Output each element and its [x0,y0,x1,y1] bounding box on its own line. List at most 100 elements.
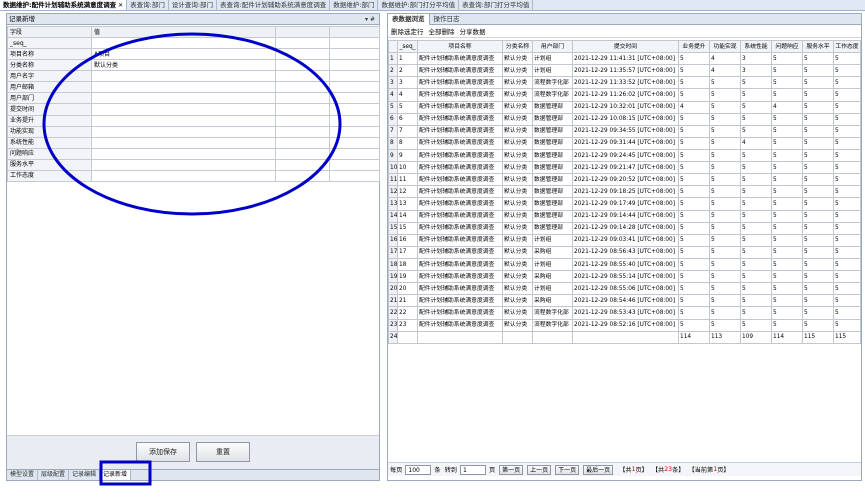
document-tab-label: 表查询:配件计划辅助系统满意度调查 [220,1,327,9]
first-page-button[interactable]: 第一页 [499,464,524,475]
table-cell: 5 [802,136,834,150]
per-page-input[interactable]: 100 [405,464,432,475]
table-row[interactable]: 3 3 配件计划辅助系统满意度调查 默认分类 流程数字化部 2021-12-29 11:3… [388,76,861,90]
property-value-input[interactable] [91,92,276,105]
table-row[interactable]: 19 19 配件计划辅助系统满意度调查 默认分类 采购组 2021-12-29 08:55… [388,270,861,284]
document-tab[interactable]: 数据维护:部门打分平均值 [378,0,460,10]
table-cell: 数据管理部 [532,124,573,138]
column-header[interactable]: 服务水平 [802,39,834,54]
table-cell: 3 [740,52,772,66]
property-value-input[interactable] [91,81,276,94]
table-cell: 配件计划辅助系统满意度调查 [417,52,503,66]
document-tab[interactable]: 表查询:配件计划辅助系统满意度调查 [217,0,331,10]
table-row[interactable]: 23 23 配件计划辅助系统满意度调查 默认分类 流程数字化部 2021-12-29 08… [388,318,861,332]
table-row[interactable]: 17 17 配件计划辅助系统满意度调查 默认分类 采购组 2021-12-29 08:56… [388,245,861,259]
property-value-input[interactable] [91,70,276,83]
table-cell: 5 [833,209,861,223]
table-cell: 默认分类 [502,197,533,211]
table-cell: 4 [678,100,710,114]
toolbar-button[interactable]: 全部删除 [429,26,455,36]
table-row[interactable]: 18 18 配件计划辅助系统满意度调查 默认分类 计划组 2021-12-29 08:55… [388,257,861,272]
document-tab[interactable]: 表查询:部门 [127,0,169,10]
table-cell: 5 [833,221,861,235]
bottom-tab[interactable]: 记录新增 [100,470,132,480]
document-tab[interactable]: 数据维护:部门 [330,0,379,10]
table-row[interactable]: 16 16 配件计划辅助系统满意度调查 默认分类 计划组 2021-12-29 09:03… [388,233,861,247]
column-header[interactable]: 问题响应 [771,39,803,54]
column-header[interactable]: _seq_ [397,39,418,54]
bottom-tab[interactable]: 模型设置 [7,470,39,480]
property-value-input[interactable]: A项目 [91,48,276,61]
table-row[interactable]: 11 11 配件计划辅助系统满意度调查 默认分类 数据管理部 2021-12-29 09:… [388,173,861,187]
column-header[interactable]: 项目名称 [417,39,503,54]
table-cell: 配件计划辅助系统满意度调查 [417,209,503,223]
close-icon[interactable]: ✕ [118,2,123,9]
property-row: 问题响应 [7,147,380,160]
goto-page-input[interactable]: 1 [459,464,486,475]
table-cell: 配件计划辅助系统满意度调查 [417,173,503,187]
table-row[interactable]: 1 1 配件计划辅助系统满意度调查 默认分类 计划组 2021-12-29 11:41:3… [388,52,861,66]
bottom-tab[interactable]: 记录编辑 [69,470,101,480]
table-cell: 默认分类 [502,282,533,296]
table-cell: 5 [771,148,803,163]
column-header[interactable]: 业务提升 [678,39,710,54]
column-header[interactable]: 系统性能 [740,39,772,54]
table-row[interactable]: 14 14 配件计划辅助系统满意度调查 默认分类 数据管理部 2021-12-29 09:… [388,209,861,223]
last-page-button[interactable]: 最后一页 [583,464,614,475]
table-cell: 2021-12-29 11:26:02 [UTC+08:00] [572,88,679,102]
property-value-input[interactable] [91,103,276,116]
table-row[interactable]: 12 12 配件计划辅助系统满意度调查 默认分类 数据管理部 2021-12-29 09:… [388,185,861,199]
table-cell: 115 [802,330,834,345]
table-row[interactable]: 10 10 配件计划辅助系统满意度调查 默认分类 数据管理部 2021-12-29 09:… [388,161,861,175]
table-cell: 采购组 [532,294,573,308]
property-value-input[interactable] [91,114,276,127]
panel-controls-icon[interactable]: ▾ # [365,14,375,25]
table-row[interactable]: 7 7 配件计划辅助系统满意度调查 默认分类 数据管理部 2021-12-29 09:34… [388,124,861,138]
table-cell: 默认分类 [502,161,533,175]
table-row[interactable]: 20 20 配件计划辅助系统满意度调查 默认分类 计划组 2021-12-29 08:55… [388,282,861,296]
bottom-tab[interactable]: 层级配置 [38,470,70,480]
column-header[interactable]: 用户部门 [532,39,573,54]
property-value-input[interactable] [91,169,276,183]
table-cell: 5 [740,197,772,211]
property-value-input[interactable] [91,136,276,149]
column-header[interactable]: 提交时间 [572,39,679,54]
property-value-input[interactable] [91,158,276,171]
table-cell: 配件计划辅助系统满意度调查 [417,245,503,259]
property-value-input[interactable] [91,147,276,160]
document-tab[interactable]: 表查询:部门打分平均值 [459,0,534,10]
document-tab[interactable]: 数据维护:配件计划辅助系统满意度调查 ✕ [0,0,128,10]
table-row[interactable]: 2 2 配件计划辅助系统满意度调查 默认分类 计划组 2021-12-29 11:35:5… [388,64,861,78]
prev-page-button[interactable]: 上一页 [527,464,552,475]
property-value-input[interactable] [91,125,276,138]
add-save-button[interactable]: 添加保存 [136,442,190,462]
next-page-button[interactable]: 下一页 [555,464,580,475]
column-header[interactable]: 功能实现 [709,39,741,54]
empty-cell [275,169,330,183]
table-row[interactable]: 22 22 配件计划辅助系统满意度调查 默认分类 流程数字化部 2021-12-29 08… [388,306,861,320]
table-row[interactable]: 15 15 配件计划辅助系统满意度调查 默认分类 数据管理部 2021-12-29 09:… [388,221,861,235]
table-cell: 配件计划辅助系统满意度调查 [417,282,503,296]
table-row[interactable]: 8 8 配件计划辅助系统满意度调查 默认分类 数据管理部 2021-12-29 09:31… [388,136,861,150]
table-row[interactable]: 5 5 配件计划辅助系统满意度调查 默认分类 数据管理部 2021-12-29 10:32… [388,100,861,114]
right-tab[interactable]: 表数据浏览 [388,14,430,25]
table-row[interactable]: 13 13 配件计划辅助系统满意度调查 默认分类 数据管理部 2021-12-29 09:… [388,197,861,211]
right-tab[interactable]: 操作日志 [430,14,464,25]
total-pages-prefix: 【共 [619,467,632,474]
table-cell: 5 [709,100,741,114]
toolbar-button[interactable]: 分享数据 [460,26,486,36]
document-tab[interactable]: 设计查询:部门 [169,0,218,10]
table-cell: 2021-12-29 10:32:01 [UTC+08:00] [572,100,679,114]
table-row[interactable]: 6 6 配件计划辅助系统满意度调查 默认分类 数据管理部 2021-12-29 10:08… [388,112,861,126]
property-value-input[interactable]: 默认分类 [91,59,276,72]
column-header[interactable]: 分类名称 [502,39,533,54]
toolbar-button[interactable]: 删除选定行 [391,26,424,36]
column-header[interactable]: 工作态度 [833,39,861,54]
property-value-input[interactable] [91,37,276,50]
table-row[interactable]: 4 4 配件计划辅助系统满意度调查 默认分类 流程数字化部 2021-12-29 11:2… [388,88,861,102]
table-row[interactable]: 21 21 配件计划辅助系统满意度调查 默认分类 采购组 2021-12-29 08:54… [388,294,861,308]
table-cell: 默认分类 [502,64,533,78]
table-row[interactable]: 9 9 配件计划辅助系统满意度调查 默认分类 数据管理部 2021-12-29 09:24… [388,148,861,163]
table-row[interactable]: 24 114 113 109 114 115 115 [388,330,861,345]
reset-button[interactable]: 重置 [196,442,250,462]
